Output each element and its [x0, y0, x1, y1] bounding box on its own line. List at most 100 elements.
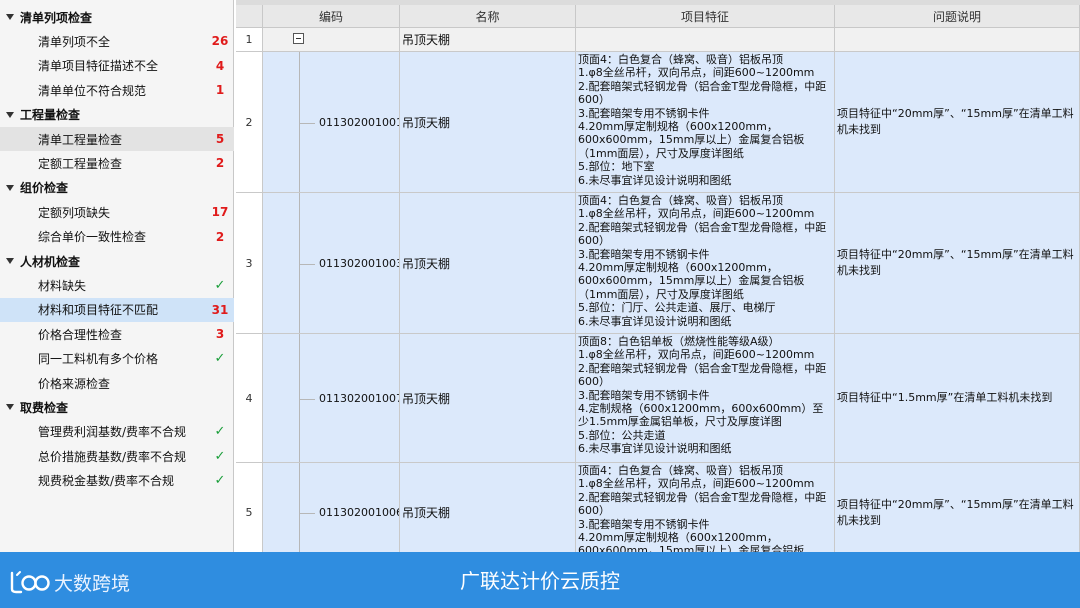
sidebar-item[interactable]: 综合单价一致性检查 2: [0, 225, 234, 249]
banner-title: 广联达计价云质控: [460, 569, 620, 593]
item-feature-description: 顶面4：白色复合（蜂窝、吸音）铝板吊顶 1.φ8全丝吊杆，双向吊点，间距600~…: [578, 464, 827, 552]
sidebar-item[interactable]: 规费税金基数/费率不合规 ✓: [0, 469, 234, 493]
issue-count-badge: 1: [215, 83, 225, 98]
issue-count-badge: 2: [215, 229, 225, 244]
issue-description: 项目特征中“20mm厚”、“15mm厚”在清单工料机未找到: [837, 497, 1074, 527]
sidebar-item[interactable]: 价格合理性检查 3: [0, 322, 234, 346]
sidebar-group-label: 组价检查: [20, 181, 69, 196]
sidebar-item[interactable]: 总价措施费基数/费率不合规 ✓: [0, 444, 234, 468]
sidebar-group[interactable]: 取费检查: [0, 395, 234, 419]
row-number: 1: [236, 28, 263, 52]
feature-cell[interactable]: 顶面4：白色复合（蜂窝、吸音）铝板吊顶 1.φ8全丝吊杆，双向吊点，间距600~…: [576, 52, 835, 193]
sidebar-group[interactable]: 清单列项检查: [0, 5, 234, 29]
sidebar-group-label: 工程量检查: [20, 108, 81, 123]
sidebar-item[interactable]: 材料和项目特征不匹配 31: [0, 297, 234, 322]
issues-table: 编码 名称 项目特征 问题说明 1 吊顶天棚 2 011302001001 吊顶天棚…: [236, 0, 1080, 552]
sidebar-item[interactable]: 清单工程量检查 5: [0, 127, 234, 151]
issue-cell[interactable]: 项目特征中“20mm厚”、“15mm厚”在清单工料机未找到: [835, 463, 1080, 552]
feature-header-label: 项目特征: [680, 9, 729, 24]
sidebar-item-label: 管理费利润基数/费率不合规: [38, 425, 187, 440]
feature-column-header[interactable]: 项目特征: [576, 5, 835, 28]
item-feature-description: 顶面4：白色复合（蜂窝、吸音）铝板吊顶 1.φ8全丝吊杆，双向吊点，间距600~…: [578, 53, 827, 187]
sidebar-group[interactable]: 工程量检查: [0, 103, 234, 127]
sidebar-item-label: 价格合理性检查: [38, 327, 123, 342]
item-code: 011302001006: [319, 506, 400, 519]
sidebar-item-label: 定额工程量检查: [38, 156, 123, 171]
issue-count-badge: 2: [215, 156, 225, 171]
code-column-header[interactable]: 编码: [263, 5, 400, 28]
bottom-banner: 大数跨境 广联达计价云质控: [0, 552, 1080, 608]
expand-caret-icon[interactable]: [6, 258, 14, 264]
sidebar-item[interactable]: 清单列项不全 26: [0, 29, 234, 53]
sidebar-group[interactable]: 组价检查: [0, 176, 234, 200]
issue-description: 项目特征中“20mm厚”、“15mm厚”在清单工料机未找到: [837, 107, 1074, 136]
sidebar-item[interactable]: 材料缺失 ✓: [0, 273, 234, 297]
expand-caret-icon[interactable]: [6, 404, 14, 411]
sidebar-item[interactable]: 管理费利润基数/费率不合规 ✓: [0, 420, 234, 444]
check-mark-icon: ✓: [214, 473, 226, 489]
row-number-text: 4: [245, 391, 253, 405]
issue-header-label: 问题说明: [932, 9, 981, 24]
issue-count-badge: 17: [211, 205, 229, 220]
sidebar-item-label: 规费税金基数/费率不合规: [38, 474, 175, 489]
sidebar-item-label: 清单单位不符合规范: [38, 83, 147, 98]
item-code: 011302001001: [319, 115, 400, 129]
expand-caret-icon[interactable]: [6, 111, 14, 118]
name-cell[interactable]: 吊顶天棚: [400, 334, 576, 463]
name-cell[interactable]: 吊顶天棚: [400, 52, 576, 193]
code-cell[interactable]: 011302001003: [263, 193, 400, 334]
issue-cell[interactable]: 项目特征中“1.5mm厚”在清单工料机未找到: [835, 334, 1080, 463]
code-cell[interactable]: 011302001006: [263, 463, 400, 552]
collapse-icon[interactable]: [293, 33, 304, 44]
tree-connector-tick: [299, 123, 315, 124]
feature-cell[interactable]: 顶面8：白色铝单板（燃烧性能等级A级） 1.φ8全丝吊杆，双向吊点，间距600~…: [576, 334, 835, 463]
group-code-cell: [263, 28, 400, 52]
sidebar-item-label: 价格来源检查: [38, 376, 111, 391]
issue-cell[interactable]: 项目特征中“20mm厚”、“15mm厚”在清单工料机未找到: [835, 52, 1080, 193]
tree-connector-tick: [299, 513, 315, 514]
sidebar-item-label: 定额列项缺失: [38, 205, 111, 220]
expand-caret-icon[interactable]: [6, 184, 14, 191]
check-mark-icon: ✓: [214, 424, 226, 440]
tree-connector-line: [299, 463, 300, 552]
item-code: 011302001007: [319, 391, 400, 405]
sidebar-item-label: 清单列项不全: [38, 34, 111, 49]
issue-count-badge: 4: [215, 58, 225, 73]
item-feature-description: 顶面4：白色复合（蜂窝、吸音）铝板吊顶 1.φ8全丝吊杆，双向吊点，间距600~…: [578, 194, 827, 328]
row-number-text: 1: [245, 33, 253, 46]
code-header-label: 编码: [318, 9, 343, 24]
issue-cell[interactable]: 项目特征中“20mm厚”、“15mm厚”在清单工料机未找到: [835, 193, 1080, 334]
sidebar-item[interactable]: 定额工程量检查 2: [0, 151, 234, 175]
sidebar-item-label: 材料缺失: [38, 278, 87, 293]
issue-count-badge: 26: [211, 34, 229, 49]
sidebar-group[interactable]: 人材机检查: [0, 249, 234, 273]
issue-count-badge: 31: [211, 302, 229, 317]
sidebar-item[interactable]: 价格来源检查: [0, 371, 234, 395]
code-cell[interactable]: 011302001001: [263, 52, 400, 193]
sidebar-item-label: 清单工程量检查: [38, 132, 123, 147]
expand-caret-icon[interactable]: [6, 14, 14, 20]
code-cell[interactable]: 011302001007: [263, 334, 400, 463]
sidebar-item[interactable]: 清单单位不符合规范 1: [0, 78, 234, 102]
name-column-header[interactable]: 名称: [400, 5, 576, 28]
feature-cell[interactable]: 顶面4：白色复合（蜂窝、吸音）铝板吊顶 1.φ8全丝吊杆，双向吊点，间距600~…: [576, 463, 835, 552]
item-name: 吊顶天棚: [402, 391, 451, 406]
name-cell[interactable]: 吊顶天棚: [400, 463, 576, 552]
row-number: 2: [236, 52, 263, 193]
issue-count-badge: 5: [215, 132, 225, 146]
sidebar-item-label: 同一工料机有多个价格: [38, 352, 159, 367]
row-number-text: 3: [245, 256, 253, 270]
sidebar-item[interactable]: 定额列项缺失 17: [0, 200, 234, 224]
sidebar-item[interactable]: 同一工料机有多个价格 ✓: [0, 347, 234, 371]
issue-column-header[interactable]: 问题说明: [835, 5, 1080, 28]
name-cell[interactable]: 吊顶天棚: [400, 193, 576, 334]
group-issue-cell: [835, 28, 1080, 52]
name-header-label: 名称: [475, 9, 500, 24]
sidebar-item[interactable]: 清单项目特征描述不全 4: [0, 54, 234, 78]
group-feature-cell: [576, 28, 835, 52]
sidebar-item-label: 材料和项目特征不匹配: [38, 303, 159, 318]
feature-cell[interactable]: 顶面4：白色复合（蜂窝、吸音）铝板吊顶 1.φ8全丝吊杆，双向吊点，间距600~…: [576, 193, 835, 334]
issue-description: 项目特征中“1.5mm厚”在清单工料机未找到: [837, 391, 1053, 404]
row-number-text: 5: [245, 506, 253, 519]
item-name: 吊顶天棚: [402, 115, 451, 130]
